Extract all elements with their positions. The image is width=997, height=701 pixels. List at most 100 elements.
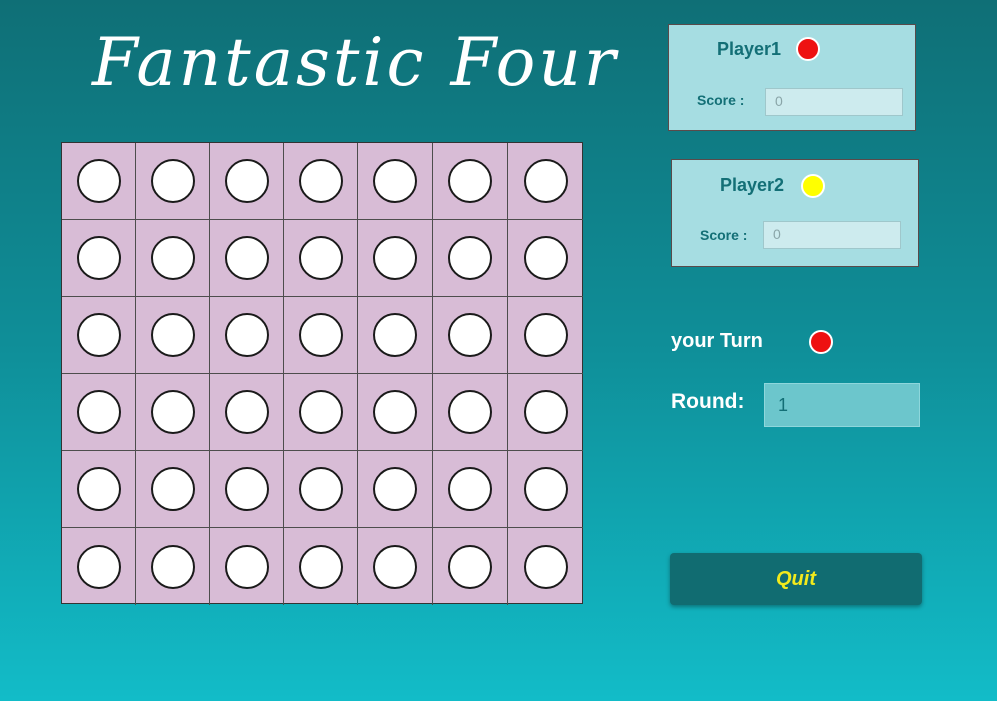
board-cell[interactable] xyxy=(358,451,433,528)
board-cell[interactable] xyxy=(136,143,210,220)
empty-slot-icon xyxy=(373,236,417,280)
empty-slot-icon xyxy=(76,544,121,589)
player2-disc-icon xyxy=(801,174,825,198)
board-cell[interactable] xyxy=(136,528,210,605)
board-cell[interactable] xyxy=(284,297,358,374)
empty-slot-icon xyxy=(298,544,343,589)
empty-slot-icon xyxy=(448,467,492,511)
board-cell[interactable] xyxy=(433,297,508,374)
player2-panel: Player2 Score : 0 xyxy=(671,159,919,267)
player2-score-field[interactable]: 0 xyxy=(763,221,901,249)
empty-slot-icon xyxy=(224,313,269,357)
empty-slot-icon xyxy=(448,313,492,357)
board-cell[interactable] xyxy=(508,451,583,528)
empty-slot-icon xyxy=(448,236,492,280)
empty-slot-icon xyxy=(150,313,195,357)
board-cell[interactable] xyxy=(210,528,284,605)
board-cell[interactable] xyxy=(358,143,433,220)
empty-slot-icon xyxy=(76,159,121,203)
empty-slot-icon xyxy=(224,390,269,434)
board-cell[interactable] xyxy=(136,374,210,451)
board-cell[interactable] xyxy=(433,451,508,528)
board-cell[interactable] xyxy=(210,374,284,451)
empty-slot-icon xyxy=(298,467,343,511)
empty-slot-icon xyxy=(373,159,417,203)
board-cell[interactable] xyxy=(508,374,583,451)
empty-slot-icon xyxy=(298,313,343,357)
empty-slot-icon xyxy=(448,390,492,434)
board-cell[interactable] xyxy=(136,451,210,528)
board-cell[interactable] xyxy=(210,143,284,220)
empty-slot-icon xyxy=(298,159,343,203)
game-title: Fantastic Four xyxy=(92,24,619,101)
empty-slot-icon xyxy=(373,313,417,357)
board-cell[interactable] xyxy=(62,220,136,297)
round-field[interactable]: 1 xyxy=(764,383,920,427)
empty-slot-icon xyxy=(150,390,195,434)
board-cell[interactable] xyxy=(508,528,583,605)
empty-slot-icon xyxy=(448,159,492,203)
turn-disc-icon xyxy=(809,330,833,354)
board-cell[interactable] xyxy=(136,220,210,297)
empty-slot-icon xyxy=(523,390,568,434)
player1-score-label: Score : xyxy=(697,92,745,108)
board-cell[interactable] xyxy=(433,143,508,220)
empty-slot-icon xyxy=(150,467,195,511)
board-cell[interactable] xyxy=(358,528,433,605)
empty-slot-icon xyxy=(224,467,269,511)
board-cell[interactable] xyxy=(508,297,583,374)
board-cell[interactable] xyxy=(284,528,358,605)
board-cell[interactable] xyxy=(433,220,508,297)
board-cell[interactable] xyxy=(508,143,583,220)
empty-slot-icon xyxy=(373,390,417,434)
board-cell[interactable] xyxy=(433,374,508,451)
board-cell[interactable] xyxy=(62,528,136,605)
board-cell[interactable] xyxy=(62,297,136,374)
round-label: Round: xyxy=(671,390,745,413)
empty-slot-icon xyxy=(523,313,568,357)
board-cell[interactable] xyxy=(210,297,284,374)
game-board[interactable] xyxy=(61,142,583,605)
empty-slot-icon xyxy=(523,544,568,589)
player1-name: Player1 xyxy=(717,39,782,59)
empty-slot-icon xyxy=(523,159,568,203)
board-cell[interactable] xyxy=(136,297,210,374)
quit-button[interactable]: Quit xyxy=(670,553,922,605)
player2-score-label: Score : xyxy=(700,227,748,243)
empty-slot-icon xyxy=(76,313,121,357)
board-cell[interactable] xyxy=(433,528,508,605)
empty-slot-icon xyxy=(373,544,417,589)
board-cell[interactable] xyxy=(62,374,136,451)
board-cell[interactable] xyxy=(62,143,136,220)
empty-slot-icon xyxy=(523,236,568,280)
board-cell[interactable] xyxy=(284,374,358,451)
board-cell[interactable] xyxy=(284,451,358,528)
player2-name: Player2 xyxy=(720,175,785,195)
turn-label: your Turn xyxy=(671,330,763,352)
player1-score-field[interactable]: 0 xyxy=(765,88,903,116)
board-cell[interactable] xyxy=(210,451,284,528)
board-cell[interactable] xyxy=(358,220,433,297)
empty-slot-icon xyxy=(224,236,269,280)
board-cell[interactable] xyxy=(284,143,358,220)
empty-slot-icon xyxy=(150,544,195,589)
empty-slot-icon xyxy=(224,159,269,203)
board-cell[interactable] xyxy=(284,220,358,297)
empty-slot-icon xyxy=(448,544,492,589)
empty-slot-icon xyxy=(76,236,121,280)
empty-slot-icon xyxy=(76,390,121,434)
empty-slot-icon xyxy=(373,467,417,511)
empty-slot-icon xyxy=(298,390,343,434)
board-cell[interactable] xyxy=(358,374,433,451)
board-cell[interactable] xyxy=(508,220,583,297)
board-cell[interactable] xyxy=(358,297,433,374)
player1-panel: Player1 Score : 0 xyxy=(668,24,916,131)
empty-slot-icon xyxy=(224,544,269,589)
board-cell[interactable] xyxy=(62,451,136,528)
empty-slot-icon xyxy=(523,467,568,511)
empty-slot-icon xyxy=(298,236,343,280)
board-cell[interactable] xyxy=(210,220,284,297)
empty-slot-icon xyxy=(150,159,195,203)
empty-slot-icon xyxy=(76,467,121,511)
player1-disc-icon xyxy=(796,37,820,61)
